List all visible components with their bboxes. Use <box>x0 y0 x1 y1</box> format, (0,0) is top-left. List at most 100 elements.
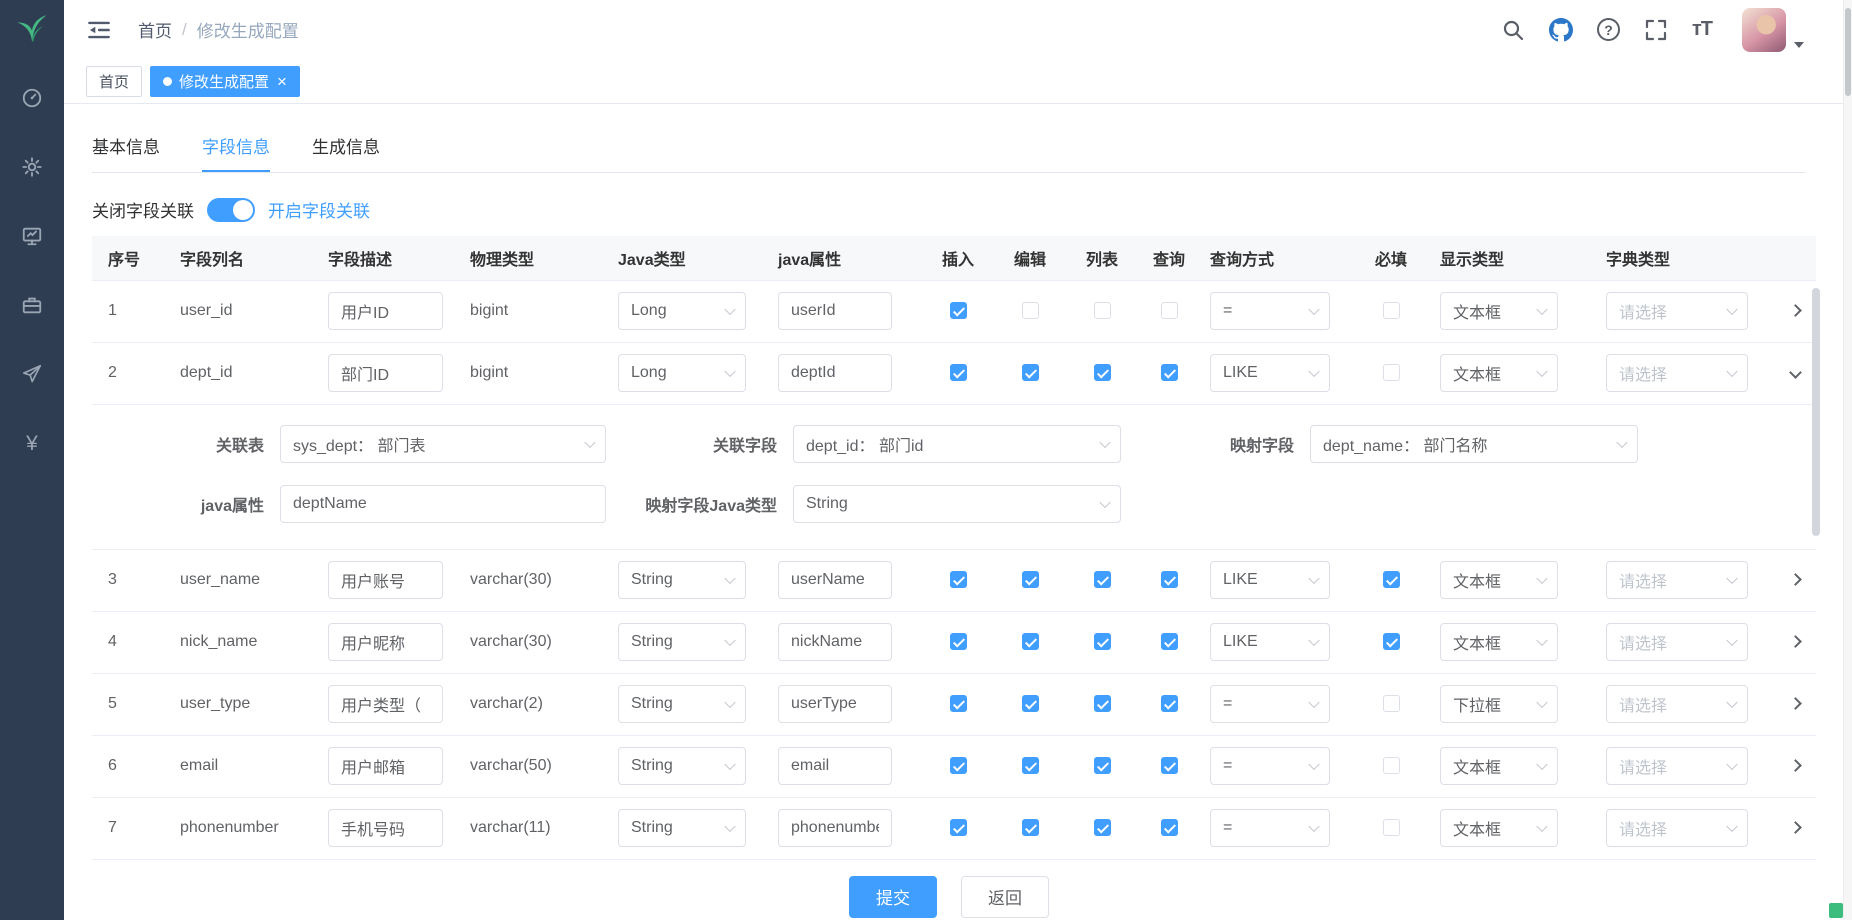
required-checkbox[interactable] <box>1383 695 1400 712</box>
list-checkbox[interactable] <box>1094 302 1111 319</box>
column-desc-input[interactable]: 用户邮箱 <box>328 747 443 785</box>
query-checkbox[interactable] <box>1161 364 1178 381</box>
query-mode-select[interactable]: LIKE <box>1210 354 1330 392</box>
query-mode-select[interactable]: LIKE <box>1210 561 1330 599</box>
expand-row-icon[interactable] <box>1789 366 1802 379</box>
tag-current-page[interactable]: 修改生成配置 × <box>150 66 300 97</box>
submit-button[interactable]: 提交 <box>849 876 937 918</box>
java-type-select[interactable]: String <box>618 685 746 723</box>
column-desc-input[interactable]: 用户账号 <box>328 561 443 599</box>
java-type-select[interactable]: String <box>618 623 746 661</box>
expand-row-icon[interactable] <box>1789 573 1802 586</box>
font-size-icon[interactable]: тT <box>1692 18 1712 41</box>
edit-checkbox[interactable] <box>1022 302 1039 319</box>
dict-type-select[interactable]: 请选择 <box>1606 354 1748 392</box>
back-button[interactable]: 返回 <box>961 876 1049 918</box>
sidebar-item-website[interactable] <box>21 363 43 385</box>
java-attr-input[interactable]: email <box>778 747 892 785</box>
java-type-select[interactable]: String <box>618 561 746 599</box>
query-checkbox[interactable] <box>1161 302 1178 319</box>
insert-checkbox[interactable] <box>950 302 967 319</box>
edit-checkbox[interactable] <box>1022 364 1039 381</box>
required-checkbox[interactable] <box>1383 633 1400 650</box>
expand-row-icon[interactable] <box>1789 697 1802 710</box>
query-checkbox[interactable] <box>1161 695 1178 712</box>
mapping-java-type-select[interactable]: String <box>793 485 1121 523</box>
relation-field-select[interactable]: dept_id： 部门id <box>793 425 1121 463</box>
query-mode-select[interactable]: = <box>1210 809 1330 847</box>
search-icon[interactable] <box>1501 18 1525 42</box>
list-checkbox[interactable] <box>1094 695 1111 712</box>
query-mode-select[interactable]: LIKE <box>1210 623 1330 661</box>
column-desc-input[interactable]: 用户类型（ <box>328 685 443 723</box>
tab-gen-info[interactable]: 生成信息 <box>312 124 380 172</box>
java-type-select[interactable]: Long <box>618 354 746 392</box>
query-checkbox[interactable] <box>1161 571 1178 588</box>
required-checkbox[interactable] <box>1383 819 1400 836</box>
expand-row-icon[interactable] <box>1789 635 1802 648</box>
page-scrollbar-thumb[interactable] <box>1845 8 1851 96</box>
list-checkbox[interactable] <box>1094 364 1111 381</box>
tag-home[interactable]: 首页 <box>86 66 142 97</box>
edit-checkbox[interactable] <box>1022 571 1039 588</box>
display-type-select[interactable]: 文本框 <box>1440 354 1558 392</box>
github-icon[interactable] <box>1549 18 1573 42</box>
insert-checkbox[interactable] <box>950 757 967 774</box>
sidebar-toggle-icon[interactable] <box>86 17 112 43</box>
fullscreen-icon[interactable] <box>1644 18 1668 42</box>
user-avatar[interactable] <box>1742 8 1804 52</box>
insert-checkbox[interactable] <box>950 364 967 381</box>
sidebar-item-system[interactable] <box>21 156 43 178</box>
query-checkbox[interactable] <box>1161 757 1178 774</box>
java-attr-input[interactable]: phonenumber <box>778 809 892 847</box>
list-checkbox[interactable] <box>1094 819 1111 836</box>
breadcrumb-home[interactable]: 首页 <box>138 17 172 42</box>
dict-type-select[interactable]: 请选择 <box>1606 292 1748 330</box>
java-attr-input[interactable]: userName <box>778 561 892 599</box>
display-type-select[interactable]: 下拉框 <box>1440 685 1558 723</box>
query-checkbox[interactable] <box>1161 819 1178 836</box>
dict-type-select[interactable]: 请选择 <box>1606 747 1748 785</box>
dict-type-select[interactable]: 请选择 <box>1606 809 1748 847</box>
dict-type-select[interactable]: 请选择 <box>1606 623 1748 661</box>
insert-checkbox[interactable] <box>950 695 967 712</box>
field-relation-switch[interactable] <box>207 198 255 222</box>
java-attr-input[interactable]: userId <box>778 292 892 330</box>
query-checkbox[interactable] <box>1161 633 1178 650</box>
insert-checkbox[interactable] <box>950 633 967 650</box>
page-scrollbar[interactable] <box>1843 0 1852 920</box>
list-checkbox[interactable] <box>1094 757 1111 774</box>
list-checkbox[interactable] <box>1094 571 1111 588</box>
expand-row-icon[interactable] <box>1789 821 1802 834</box>
java-type-select[interactable]: Long <box>618 292 746 330</box>
dict-type-select[interactable]: 请选择 <box>1606 561 1748 599</box>
tab-basic-info[interactable]: 基本信息 <box>92 124 160 172</box>
list-checkbox[interactable] <box>1094 633 1111 650</box>
insert-checkbox[interactable] <box>950 571 967 588</box>
edit-checkbox[interactable] <box>1022 633 1039 650</box>
query-mode-select[interactable]: = <box>1210 685 1330 723</box>
column-desc-input[interactable]: 手机号码 <box>328 809 443 847</box>
display-type-select[interactable]: 文本框 <box>1440 561 1558 599</box>
dict-type-select[interactable]: 请选择 <box>1606 685 1748 723</box>
tab-field-info[interactable]: 字段信息 <box>202 124 270 172</box>
help-icon[interactable]: ? <box>1597 18 1620 41</box>
required-checkbox[interactable] <box>1383 364 1400 381</box>
required-checkbox[interactable] <box>1383 757 1400 774</box>
display-type-select[interactable]: 文本框 <box>1440 623 1558 661</box>
query-mode-select[interactable]: = <box>1210 292 1330 330</box>
java-attr-input[interactable]: deptId <box>778 354 892 392</box>
query-mode-select[interactable]: = <box>1210 747 1330 785</box>
required-checkbox[interactable] <box>1383 571 1400 588</box>
java-attr-input[interactable]: deptName <box>280 485 606 523</box>
insert-checkbox[interactable] <box>950 819 967 836</box>
mapping-field-select[interactable]: dept_name： 部门名称 <box>1310 425 1638 463</box>
java-type-select[interactable]: String <box>618 747 746 785</box>
edit-checkbox[interactable] <box>1022 695 1039 712</box>
close-icon[interactable]: × <box>277 73 287 90</box>
required-checkbox[interactable] <box>1383 302 1400 319</box>
column-desc-input[interactable]: 部门ID <box>328 354 443 392</box>
sidebar-item-monitor[interactable] <box>21 225 43 247</box>
display-type-select[interactable]: 文本框 <box>1440 292 1558 330</box>
app-logo[interactable] <box>0 0 64 59</box>
